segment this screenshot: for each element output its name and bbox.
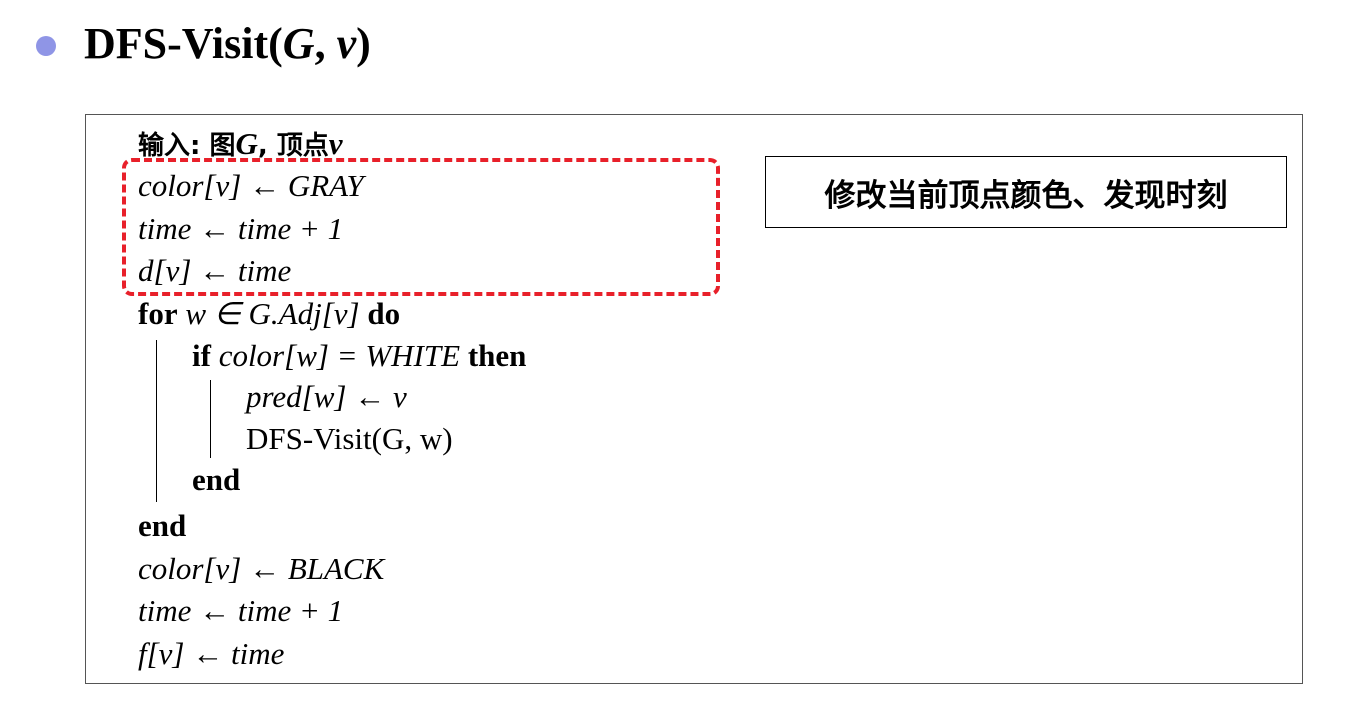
input-separator: , 顶点	[257, 131, 329, 161]
input-label: 输入: 图	[138, 131, 236, 161]
highlight-dashed-box	[122, 158, 720, 296]
code-line-recursive-call: DFS-Visit(G, w)	[246, 419, 453, 459]
code-line-if: if color[w] = WHITE then	[192, 336, 526, 376]
do-keyword: do	[367, 296, 401, 331]
code-line-for: for w ∈ G.Adj[v] do	[138, 294, 400, 334]
code-text-time-increment-2: time ← time + 1	[138, 593, 344, 628]
end-if-keyword: end	[192, 462, 241, 497]
then-keyword: then	[467, 338, 527, 373]
annotation-box: 修改当前顶点颜色、发现时刻	[765, 156, 1287, 228]
input-graph: G	[235, 126, 258, 161]
code-text-color-black: color[v] ← BLACK	[138, 551, 385, 586]
if-indent-bar	[210, 380, 211, 458]
title-suffix: )	[356, 19, 371, 68]
end-for-keyword: end	[138, 508, 187, 543]
if-keyword: if	[192, 338, 211, 373]
title-arg-graph: G	[282, 19, 315, 68]
bullet-dot	[36, 36, 56, 56]
code-text-pred: pred[w] ← v	[246, 379, 407, 414]
code-line-end-for: end	[138, 506, 186, 546]
if-condition: color[w] = WHITE	[218, 338, 461, 373]
title-separator: ,	[314, 19, 337, 68]
code-text-recursive-call: DFS-Visit(G, w)	[246, 421, 453, 456]
for-condition: w ∈ G.Adj[v]	[185, 296, 360, 331]
slide-title: DFS-Visit(G, v)	[84, 14, 371, 74]
code-line-finish-time: f[v] ← time	[138, 634, 284, 674]
code-line-pred: pred[w] ← v	[246, 377, 407, 417]
code-line-end-if: end	[192, 460, 240, 500]
for-indent-bar	[156, 340, 157, 502]
title-arg-vertex: v	[336, 19, 357, 68]
annotation-text: 修改当前顶点颜色、发现时刻	[824, 177, 1228, 214]
code-text-finish-time: f[v] ← time	[138, 636, 285, 671]
title-prefix: DFS-Visit(	[84, 19, 283, 68]
input-vertex: v	[328, 126, 343, 161]
for-keyword: for	[138, 296, 178, 331]
code-line-color-black: color[v] ← BLACK	[138, 549, 384, 589]
code-line-time-increment-2: time ← time + 1	[138, 591, 343, 631]
